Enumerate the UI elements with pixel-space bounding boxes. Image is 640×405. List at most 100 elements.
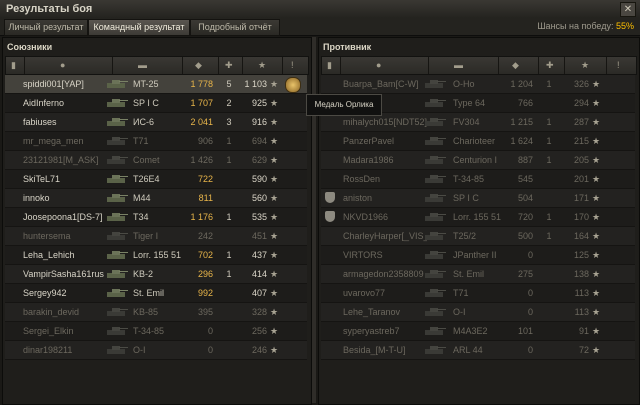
- damage-value: 702: [197, 250, 213, 260]
- tank-icon: [423, 210, 447, 223]
- player-row[interactable]: Sergey942 St. Emil 992 407 ★: [5, 284, 307, 303]
- tank-icon: [105, 248, 129, 261]
- player-name: PanzerPavel: [343, 136, 395, 146]
- col-medals[interactable]: !: [606, 57, 636, 74]
- damage-value: 887: [517, 155, 533, 165]
- col-kills[interactable]: ✚: [218, 57, 243, 74]
- tank-icon: [423, 286, 447, 299]
- xp-value: 256: [251, 326, 267, 336]
- col-squad[interactable]: ▮: [322, 57, 341, 74]
- player-name: aniston: [343, 193, 373, 203]
- col-vehicle[interactable]: ▬: [112, 57, 183, 74]
- player-name: innoko: [23, 193, 50, 203]
- star-icon: ★: [270, 269, 279, 279]
- kills-value: [539, 193, 559, 204]
- player-row[interactable]: barakin_devid KB-85 395 328 ★: [5, 303, 307, 322]
- tank-icon: [423, 267, 447, 280]
- player-row[interactable]: VIRTORS JPanther II 0 125 ★: [321, 246, 635, 265]
- medal-icon[interactable]: [285, 77, 301, 93]
- player-name: NKVD1966: [343, 212, 389, 222]
- xp-value: 326: [573, 79, 589, 89]
- player-row[interactable]: 23121981[M_ASK] Comet 1 426 1 629 ★: [5, 151, 307, 170]
- col-xp[interactable]: ★: [242, 57, 283, 74]
- star-icon: ★: [270, 250, 279, 260]
- tank-icon: [105, 96, 129, 109]
- player-row[interactable]: Lehe_Taranov O-I 0 113 ★: [321, 303, 635, 322]
- col-medals[interactable]: !: [282, 57, 308, 74]
- player-row[interactable]: Besida_[M-T-U] ARL 44 0 72 ★: [321, 341, 635, 360]
- star-icon: ★: [592, 231, 601, 241]
- kills-value: [539, 174, 559, 185]
- col-damage[interactable]: ◆: [498, 57, 539, 74]
- kills-value: 1: [226, 136, 232, 146]
- col-player[interactable]: ●: [24, 57, 113, 74]
- player-row[interactable]: Joosepoona1[DS-7] T34 1 176 1 535 ★: [5, 208, 307, 227]
- tank-icon: [105, 305, 129, 318]
- tab-personal-result[interactable]: Личный результат: [4, 19, 88, 36]
- title-bar: Результаты боя ✕: [0, 0, 640, 19]
- player-row[interactable]: dinar198211 O-I 0 246 ★: [5, 341, 307, 360]
- player-name: mr_mega_men: [23, 136, 84, 146]
- star-icon: ★: [592, 212, 601, 222]
- player-row[interactable]: Sergei_Elkin T-34-85 0 256 ★: [5, 322, 307, 341]
- player-row[interactable]: CharleyHarper[_VIS_] T25/2 500 1 164 ★: [321, 227, 635, 246]
- star-icon: ★: [270, 174, 279, 184]
- star-icon: ★: [592, 117, 601, 127]
- player-row[interactable]: syperyastreb7 M4A3E2 101 91 ★: [321, 322, 635, 341]
- player-row[interactable]: AidInferno SP I C1 707 2 925 ★: [5, 94, 307, 113]
- damage-value: 1 778: [190, 79, 213, 89]
- star-icon: ★: [592, 326, 601, 336]
- player-row[interactable]: NKVD1966 Lorr. 155 51 720 1 170 ★: [321, 208, 635, 227]
- tank-icon: [423, 343, 447, 356]
- player-row[interactable]: fabiuses ИС-6 2 041 3 916 ★: [5, 113, 307, 132]
- player-name: Lehe_Taranov: [343, 307, 401, 317]
- tank-icon: [423, 153, 447, 166]
- player-row[interactable]: huntersema Tiger I 242 451 ★: [5, 227, 307, 246]
- player-row[interactable]: Leha_Lehich Lorr. 155 51 702 1 437 ★: [5, 246, 307, 265]
- damage-value: 906: [197, 136, 213, 146]
- player-row[interactable]: uvarovo77 T71 0 113 ★: [321, 284, 635, 303]
- player-row[interactable]: armagedon2358809 St. Emil 275 138 ★: [321, 265, 635, 284]
- kills-value: 1: [546, 136, 552, 146]
- player-row[interactable]: SkiTeL71 T26E4 722 590 ★: [5, 170, 307, 189]
- damage-value: 722: [197, 174, 213, 184]
- kills-value: [539, 250, 559, 261]
- xp-value: 414: [251, 269, 267, 279]
- damage-icon: ◆: [512, 60, 519, 70]
- close-button[interactable]: ✕: [620, 2, 636, 17]
- player-name: Madara1986: [343, 155, 394, 165]
- tab-detailed-report[interactable]: Подробный отчёт: [190, 19, 280, 36]
- xp-value: 125: [573, 250, 589, 260]
- player-row[interactable]: Buarpa_Bam[C-W] O-Ho 1 204 1 326 ★: [321, 75, 635, 94]
- player-row[interactable]: innoko M44 811 560 ★: [5, 189, 307, 208]
- col-vehicle[interactable]: ▬: [428, 57, 499, 74]
- player-row[interactable]: Madara1986 Centurion I 887 1 205 ★: [321, 151, 635, 170]
- col-player[interactable]: ●: [340, 57, 429, 74]
- kills-value: 3: [226, 117, 232, 127]
- tank-icon: [105, 134, 129, 147]
- kills-value: 1: [546, 79, 552, 89]
- tank-icon: [423, 324, 447, 337]
- player-name: Sergey942: [23, 288, 67, 298]
- col-kills[interactable]: ✚: [538, 57, 565, 74]
- player-row[interactable]: aniston SP I C 504 171 ★: [321, 189, 635, 208]
- kills-value: 1: [546, 212, 552, 222]
- player-row[interactable]: mr_mega_men T71 906 1 694 ★: [5, 132, 307, 151]
- enemies-title: Противник: [323, 42, 372, 52]
- col-damage[interactable]: ◆: [182, 57, 219, 74]
- player-row[interactable]: spiddi001[YAP] MT-25 1 778 5 1 103 ★: [5, 75, 307, 94]
- player-name: Joosepoona1[DS-7]: [23, 212, 103, 222]
- damage-value: 1 707: [190, 98, 213, 108]
- player-row[interactable]: PanzerPavel Charioteer 1 624 1 215 ★: [321, 132, 635, 151]
- player-row[interactable]: VampirSasha161rus KB-2 296 1 414 ★: [5, 265, 307, 284]
- damage-value: 0: [527, 250, 533, 260]
- player-name: Sergei_Elkin: [23, 326, 74, 336]
- tab-team-result[interactable]: Командный результат: [88, 19, 190, 36]
- tank-icon: ▬: [454, 60, 463, 70]
- col-squad[interactable]: ▮: [6, 57, 25, 74]
- col-xp[interactable]: ★: [564, 57, 607, 74]
- player-row[interactable]: RossDen T-34-85 545 201 ★: [321, 170, 635, 189]
- tank-icon: [105, 343, 129, 356]
- damage-value: 1 215: [510, 117, 533, 127]
- star-icon: ★: [592, 307, 601, 317]
